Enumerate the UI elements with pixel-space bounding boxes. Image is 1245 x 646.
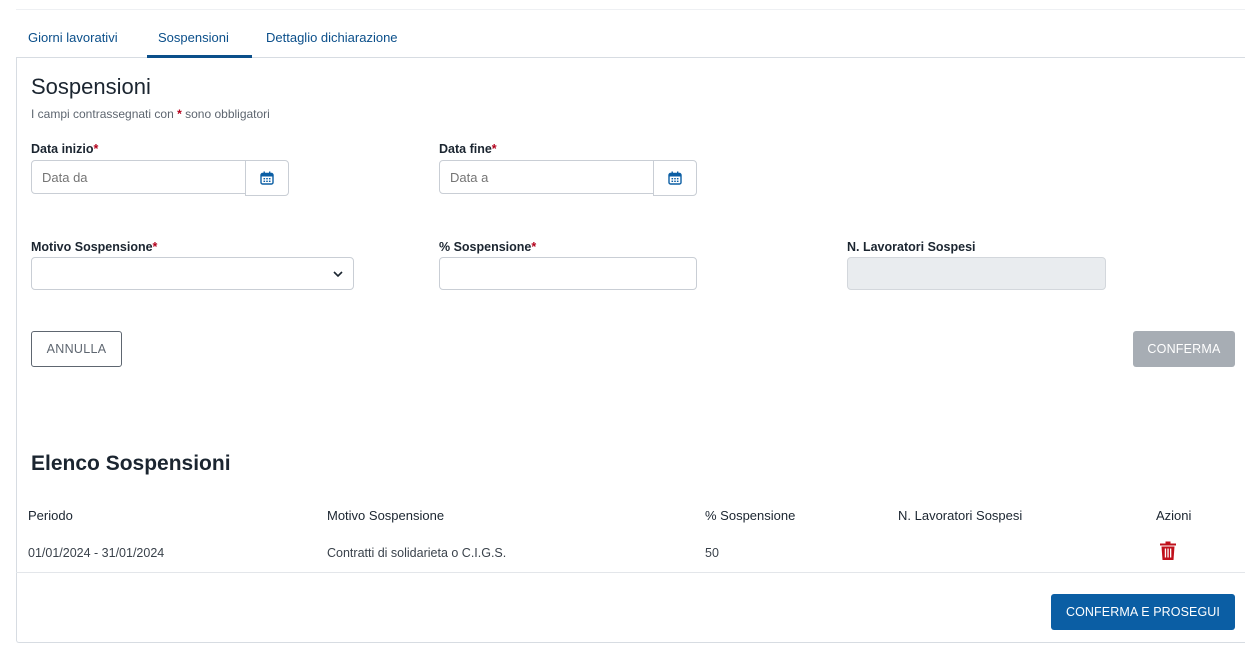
motivo-sospensione-label: Motivo Sospensione* — [31, 240, 157, 254]
calendar-icon — [260, 171, 274, 185]
column-header-motivo: Motivo Sospensione — [327, 508, 445, 523]
lavoratori-sospesi-label: N. Lavoratori Sospesi — [847, 240, 976, 254]
column-header-azioni: Azioni — [1156, 508, 1192, 523]
page-title: Sospensioni — [31, 74, 151, 99]
conferma-e-prosegui-button[interactable]: CONFERMA E PROSEGUI — [1051, 594, 1235, 630]
data-fine-label: Data fine* — [439, 142, 497, 156]
elenco-sospensioni-title: Elenco Sospensioni — [31, 452, 231, 475]
tab-sospensioni[interactable]: Sospensioni — [158, 30, 229, 45]
annulla-button[interactable]: ANNULLA — [31, 331, 122, 367]
tab-dettaglio-dichiarazione[interactable]: Dettaglio dichiarazione — [266, 30, 398, 45]
tab-giorni-lavorativi[interactable]: Giorni lavorativi — [28, 30, 118, 45]
data-inizio-input[interactable] — [31, 160, 246, 194]
calendar-icon — [668, 171, 682, 185]
percentuale-label-text: % Sospensione — [439, 240, 532, 254]
trash-icon[interactable] — [1159, 541, 1177, 561]
column-header-percentuale: % Sospensione — [705, 508, 796, 523]
required-star: * — [177, 107, 182, 121]
row-divider — [16, 572, 1245, 573]
cell-periodo: 01/01/2024 - 31/01/2024 — [28, 546, 165, 560]
data-fine-input[interactable] — [439, 160, 654, 194]
chevron-down-icon — [333, 271, 343, 278]
top-divider — [16, 9, 1245, 10]
form-panel — [16, 57, 1245, 643]
tab-bar: Giorni lavorativi Sospensioni Dettaglio … — [16, 22, 1245, 58]
data-inizio-label-text: Data inizio — [31, 142, 94, 156]
cell-percentuale: 50 — [705, 546, 719, 560]
data-inizio-label: Data inizio* — [31, 142, 98, 156]
motivo-sospensione-select[interactable] — [31, 257, 354, 290]
required-fields-note: I campi contrassegnati con * sono obblig… — [31, 107, 270, 121]
motivo-label-text: Motivo Sospensione — [31, 240, 153, 254]
required-star: * — [491, 142, 497, 156]
percentuale-sospensione-label: % Sospensione* — [439, 240, 536, 254]
required-note-prefix: I campi contrassegnati con — [31, 107, 174, 121]
lavoratori-sospesi-input — [847, 257, 1106, 290]
required-star: * — [152, 240, 158, 254]
conferma-button[interactable]: CONFERMA — [1133, 331, 1235, 367]
required-star: * — [93, 142, 99, 156]
data-fine-calendar-button[interactable] — [653, 160, 697, 196]
data-inizio-calendar-button[interactable] — [245, 160, 289, 196]
column-header-lavoratori: N. Lavoratori Sospesi — [898, 508, 1023, 523]
required-note-suffix: sono obbligatori — [185, 107, 270, 121]
cell-motivo: Contratti di solidarieta o C.I.G.S. — [327, 546, 507, 560]
percentuale-sospensione-input[interactable] — [439, 257, 697, 290]
column-header-periodo: Periodo — [28, 508, 73, 523]
required-star: * — [531, 240, 537, 254]
data-fine-label-text: Data fine — [439, 142, 492, 156]
